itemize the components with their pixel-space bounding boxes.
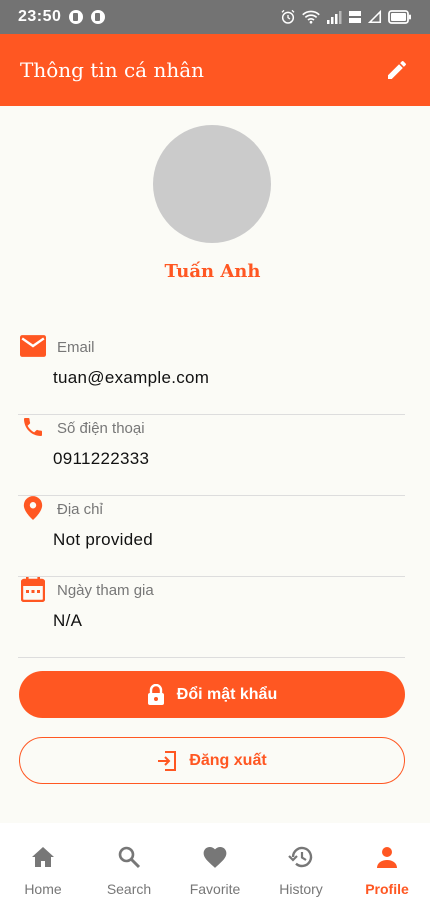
nav-search[interactable]: Search — [86, 823, 172, 917]
location-pin-icon — [20, 495, 46, 521]
person-icon — [373, 843, 401, 871]
info-value: 0911222333 — [53, 449, 150, 468]
lock-icon — [147, 683, 164, 705]
change-password-label: Đổi mật khẩu — [176, 685, 278, 703]
info-value: tuan@example.com — [53, 368, 210, 387]
notification-app-icon — [69, 10, 84, 24]
info-row-address: Địa chỉ Not provided — [18, 495, 405, 577]
nav-profile[interactable]: Profile — [344, 823, 430, 917]
battery-icon — [388, 10, 411, 24]
info-label: Email — [57, 339, 95, 356]
nav-home[interactable]: Home — [0, 823, 86, 917]
history-icon — [287, 843, 315, 871]
logout-label: Đăng xuất — [189, 751, 267, 769]
info-row-email: Email tuan@example.com — [18, 333, 405, 415]
nav-history[interactable]: History — [258, 823, 344, 917]
nav-label: Profile — [365, 881, 409, 897]
calendar-icon — [20, 576, 46, 602]
home-icon — [29, 843, 57, 871]
logout-button[interactable]: Đăng xuất — [19, 737, 405, 784]
notification-app-icon — [91, 10, 106, 24]
info-label: Địa chỉ — [57, 501, 103, 518]
info-row-joined: Ngày tham gia N/A — [18, 576, 405, 658]
logout-icon — [158, 750, 177, 771]
nav-label: Home — [24, 881, 62, 897]
heart-icon — [201, 843, 229, 871]
avatar — [153, 125, 271, 243]
nav-label: Favorite — [189, 881, 241, 897]
nav-label: History — [279, 881, 323, 897]
change-password-button[interactable]: Đổi mật khẩu — [19, 671, 405, 718]
status-icons — [280, 9, 412, 25]
phone-icon — [20, 414, 46, 440]
info-label: Ngày tham gia — [57, 582, 154, 599]
signal-icon — [327, 11, 342, 24]
info-label: Số điện thoại — [57, 420, 145, 437]
app-bar: Thông tin cá nhân — [0, 34, 430, 106]
email-icon — [20, 333, 46, 359]
info-row-phone: Số điện thoại 0911222333 — [18, 414, 405, 496]
status-time: 23:50 — [18, 8, 62, 25]
volte-icon — [349, 11, 361, 23]
search-icon — [115, 843, 143, 871]
signal-empty-icon — [368, 9, 382, 24]
info-value: N/A — [53, 611, 83, 630]
profile-name: Tuấn Anh — [164, 261, 261, 282]
alarm-icon — [281, 9, 295, 24]
nav-favorite[interactable]: Favorite — [172, 823, 258, 917]
nav-label: Search — [106, 881, 152, 897]
bottom-navigation: Home Search Favorite History Profile — [0, 823, 430, 917]
page-title: Thông tin cá nhân — [20, 58, 205, 82]
pencil-icon[interactable] — [384, 57, 410, 83]
wifi-icon — [302, 10, 320, 24]
info-value: Not provided — [53, 530, 153, 549]
status-bar: 23:50 — [0, 0, 430, 34]
